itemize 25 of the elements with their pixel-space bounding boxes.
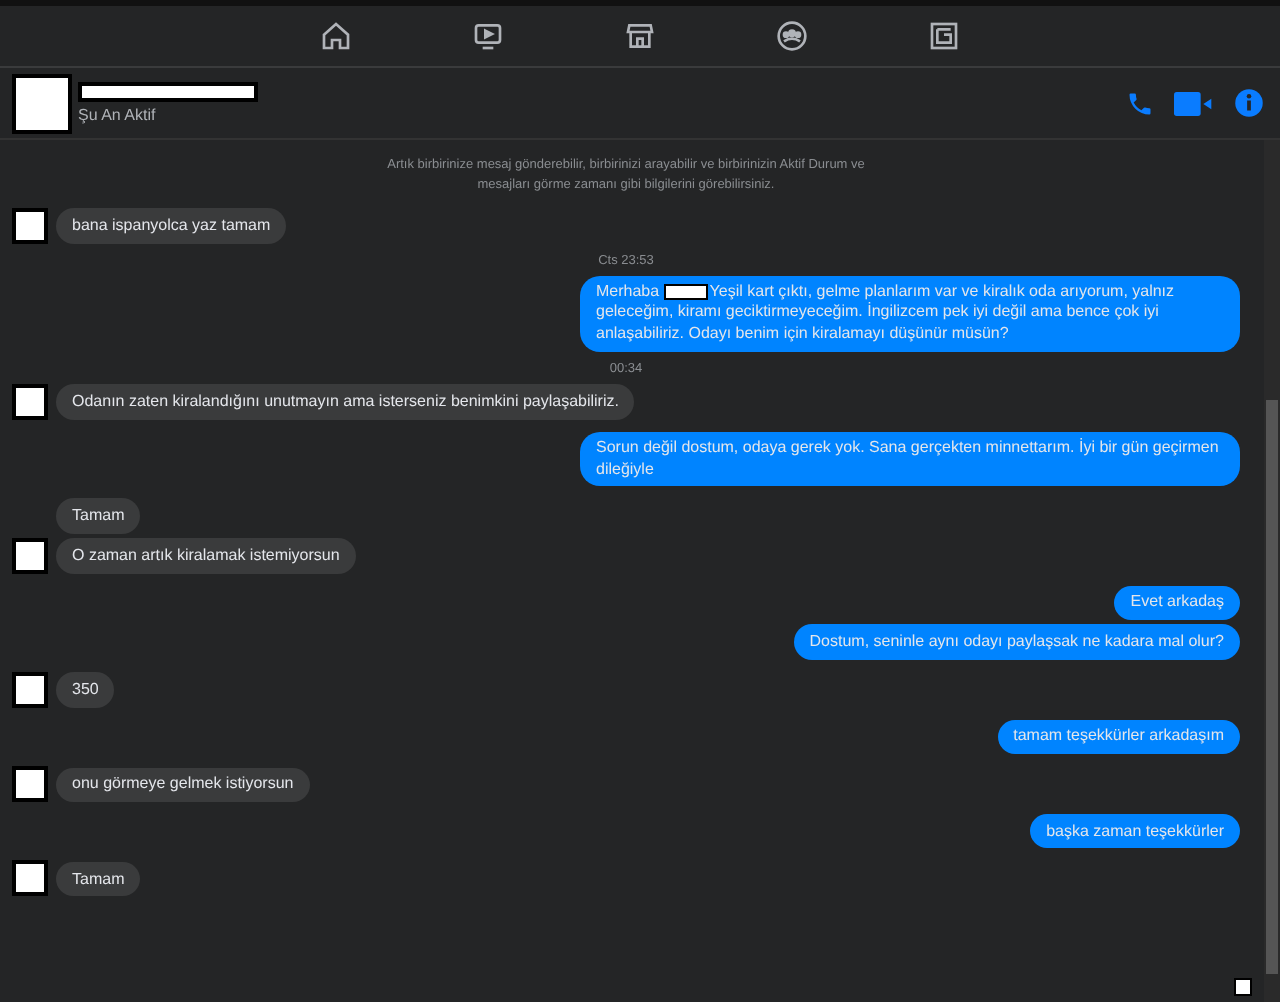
received-message: 350 — [56, 672, 115, 708]
received-message: onu görmeye gelmek istiyorsun — [56, 767, 310, 803]
store-icon — [624, 20, 656, 52]
received-message: Odanın zaten kiralandığını unutmayın ama isterseniz benimkini paylaşabiliriz. — [56, 384, 635, 420]
received-message: Tamam — [56, 862, 141, 897]
people-icon — [776, 20, 808, 52]
sent-message: Evet arkadaş — [1114, 585, 1240, 621]
sent-message: Sorun değil dostum, odaya gerek yok. Sana gerçekten minnettarım. İyi bir gün geçirmen dileğiyle — [580, 431, 1240, 487]
phone-icon[interactable] — [1126, 89, 1154, 117]
sent-message: tamam teşekkürler arkadaşım — [997, 719, 1240, 755]
active-status: Şu An Aktif — [78, 106, 158, 124]
video-camera-icon[interactable] — [1174, 89, 1214, 117]
scrollbar-thumb[interactable] — [1266, 400, 1278, 974]
home-icon — [320, 20, 352, 52]
sent-message: Merhaba Yeşil kart çıktı, gelme planlarım var ve kiralık oda arıyorum, yalnız geleceğim, kiramı geciktirmeyeceğim. İngilizcem pek iyi değil ama bence çok iyi anlaşabiliriz. Odayı benim için kiralamayı düşünür müsün? — [580, 275, 1240, 352]
profile-avatar — [12, 73, 72, 133]
info-icon[interactable] — [1234, 88, 1264, 118]
video-icon — [472, 20, 504, 52]
frame-icon — [928, 20, 960, 52]
scrollbar[interactable] — [1264, 140, 1280, 1002]
sent-message: Dostum, seninle aynı odayı paylaşsak ne kadara mal olur? — [793, 624, 1240, 660]
received-message: O zaman artık kiralamak istemiyorsun — [56, 538, 356, 574]
sent-message: başka zaman teşekkürler — [1030, 814, 1240, 849]
received-message: Tamam — [56, 498, 141, 534]
received-message: bana ispanyolca yaz tamam — [56, 208, 287, 243]
